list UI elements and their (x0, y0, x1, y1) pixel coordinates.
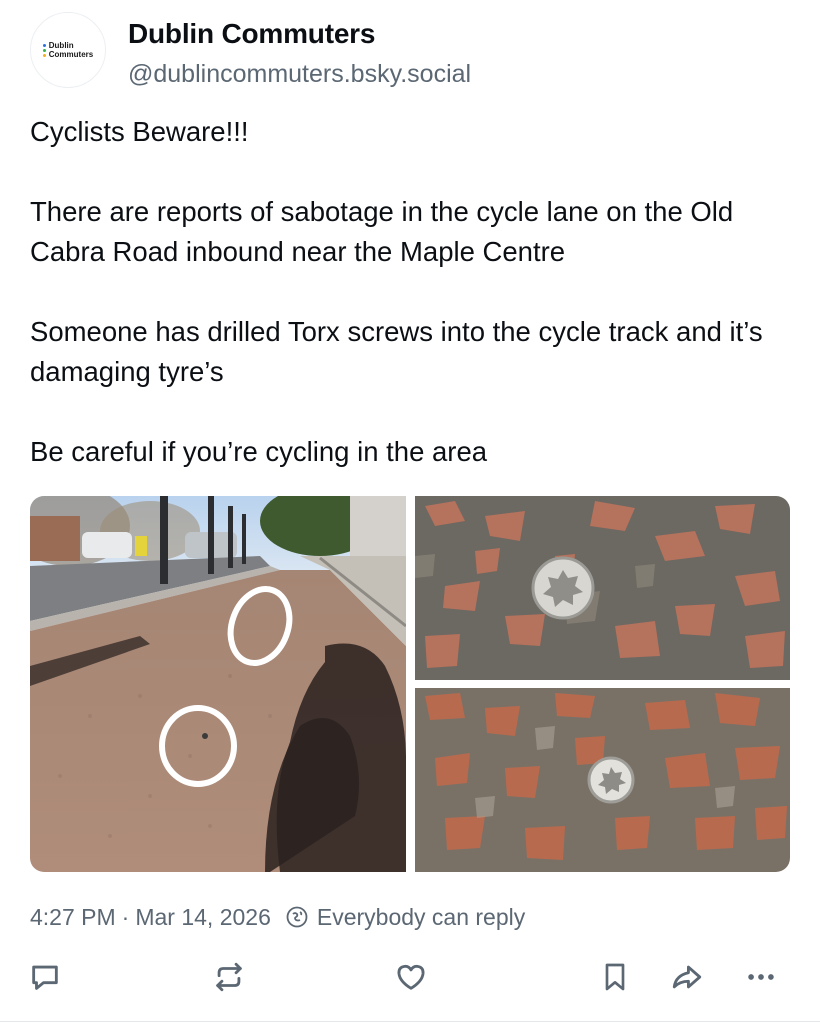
post-paragraph: Be careful if you’re cycling in the area (30, 436, 488, 467)
bookmark-button[interactable] (596, 958, 634, 996)
post-header: Dublin Commuters Dublin Commuters @dubli… (30, 12, 471, 89)
logo-dots (42, 43, 46, 57)
repost-button[interactable] (210, 958, 248, 996)
globe-reply-icon (285, 905, 309, 929)
like-button[interactable] (392, 958, 430, 996)
like-icon (397, 964, 425, 990)
post-date: Mar 14, 2026 (135, 903, 271, 930)
meta-separator: · (121, 903, 130, 930)
torx-screw-closeup-photo[interactable] (415, 688, 790, 872)
dublin-commuters-logo: Dublin Commuters (42, 41, 94, 59)
more-options-button[interactable] (742, 958, 780, 996)
post-paragraph: Someone has drilled Torx screws into the… (30, 316, 763, 387)
reply-icon (32, 965, 58, 990)
post-time: 4:27 PM (30, 903, 116, 930)
author-handle[interactable]: @dublincommuters.bsky.social (128, 59, 471, 89)
post-paragraph: There are reports of sabotage in the cyc… (30, 196, 734, 267)
bookmark-icon (605, 963, 625, 991)
share-icon (672, 965, 702, 989)
logo-text: Dublin Commuters (48, 41, 94, 59)
post-actions-bar (0, 952, 820, 1000)
share-button[interactable] (668, 958, 706, 996)
post-paragraph: Cyclists Beware!!! (30, 116, 249, 147)
author-display-name[interactable]: Dublin Commuters (128, 17, 471, 51)
reply-button[interactable] (26, 958, 64, 996)
post-media-grid (30, 496, 790, 872)
post-divider (0, 1021, 820, 1022)
cycle-lane-photo[interactable] (30, 496, 406, 872)
more-icon (748, 974, 774, 980)
reply-setting[interactable]: Everybody can reply (317, 904, 525, 931)
post-meta: 4:27 PM · Mar 14, 2026 Everybody can rep… (30, 900, 525, 934)
author-avatar[interactable]: Dublin Commuters (30, 12, 106, 88)
post-body: Cyclists Beware!!! There are reports of … (30, 112, 800, 472)
author-names: Dublin Commuters @dublincommuters.bsky.s… (128, 17, 471, 89)
torx-screw-closeup-photo[interactable] (415, 496, 790, 680)
repost-icon (216, 962, 242, 992)
